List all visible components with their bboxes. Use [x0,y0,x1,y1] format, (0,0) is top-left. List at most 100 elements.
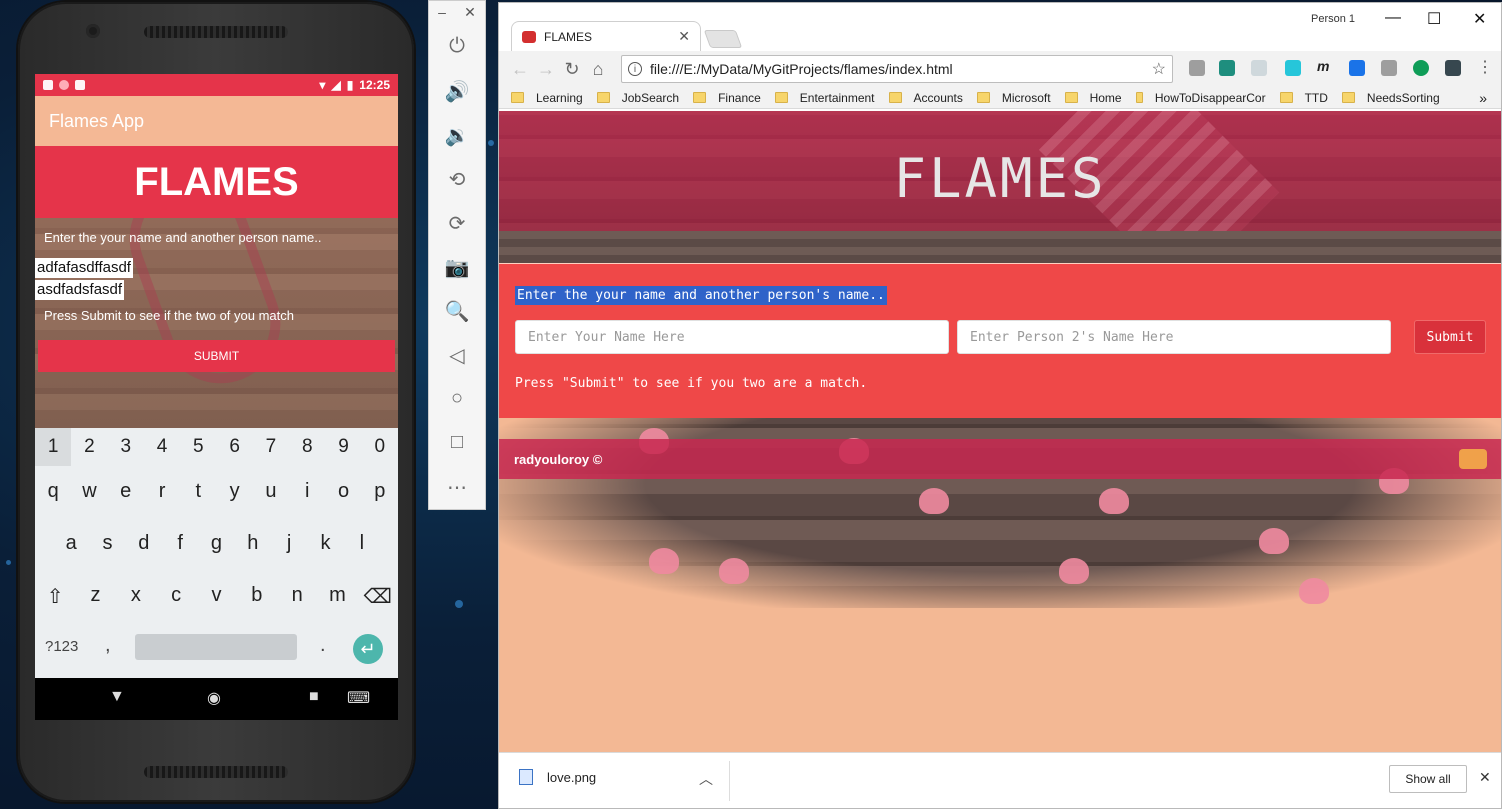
key[interactable]: e [108,480,144,503]
key[interactable]: 0 [362,428,398,466]
key[interactable]: r [144,480,180,503]
home-icon[interactable]: ⌂ [585,59,611,80]
download-item[interactable]: love.png [519,769,596,785]
key[interactable]: z [75,584,115,609]
key[interactable]: h [235,532,271,555]
search-extension-icon[interactable] [1251,60,1267,76]
key[interactable]: 9 [325,428,361,466]
key[interactable]: 3 [108,428,144,466]
keyboard-switch-icon[interactable]: ⌨ [347,688,370,708]
bookmark-folder[interactable]: NeedsSorting [1341,91,1440,105]
close-icon[interactable]: ✕ [464,4,476,21]
key[interactable]: j [271,532,307,555]
key[interactable]: s [89,532,125,555]
screenshot-camera-icon[interactable]: 📷 [429,255,485,280]
extension-icon[interactable] [1413,60,1429,76]
home-circle-icon[interactable]: ◉ [207,688,221,708]
window-maximize-icon[interactable]: ☐ [1427,9,1441,29]
rotate-left-icon[interactable]: ⟲ [429,167,485,192]
more-options-icon[interactable]: ⋯ [429,475,485,500]
key[interactable]: f [162,532,198,555]
extension-icon[interactable] [1285,60,1301,76]
bookmark-folder[interactable]: Finance [693,91,761,105]
app-submit-button[interactable]: SUBMIT [38,340,395,372]
bookmark-folder[interactable]: Accounts [888,91,963,105]
minimize-icon[interactable]: – [438,4,446,20]
back-triangle-icon[interactable]: ▼ [109,688,125,706]
bookmark-folder[interactable]: TTD [1279,91,1328,105]
bookmark-folder[interactable]: Learning [511,91,583,105]
menu-kebab-icon[interactable]: ⋮ [1477,57,1493,76]
person2-name-input[interactable]: Enter Person 2's Name Here [957,320,1391,354]
key[interactable]: c [156,584,196,609]
new-tab-button[interactable] [703,30,743,48]
key[interactable]: b [237,584,277,609]
key[interactable]: m [317,584,357,609]
key[interactable]: y [216,480,252,503]
bookmark-folder[interactable]: Home [1064,91,1122,105]
key[interactable]: 2 [71,428,107,466]
space-key[interactable] [135,634,297,660]
backspace-key-icon[interactable]: ⌫ [358,584,398,609]
key[interactable]: 1 [35,428,72,466]
home-icon[interactable]: ○ [429,387,485,410]
m-extension-icon[interactable]: m [1317,58,1333,74]
android-extension-icon[interactable] [1381,60,1397,76]
key[interactable]: 8 [289,428,325,466]
back-arrow-icon[interactable]: ← [507,59,533,80]
key[interactable]: i [289,480,325,503]
key[interactable]: o [325,480,361,503]
key[interactable]: 5 [180,428,216,466]
key[interactable]: t [180,480,216,503]
power-icon[interactable]: ⏻ [429,35,485,58]
extension-icon[interactable] [1219,60,1235,76]
name-input-2[interactable]: asdfadsfasdf [35,280,125,300]
extension-icon[interactable] [1189,60,1205,76]
window-close-icon[interactable]: ✕ [1473,9,1486,29]
bookmark-folder[interactable]: Microsoft [976,91,1051,105]
enter-key-icon[interactable]: ↵ [353,634,383,664]
shift-key-icon[interactable]: ⇧ [35,584,75,609]
window-minimize-icon[interactable]: — [1385,9,1401,27]
key[interactable]: d [126,532,162,555]
rotate-right-icon[interactable]: ⟳ [429,211,485,236]
forward-arrow-icon[interactable]: → [533,59,559,80]
bookmark-folder[interactable]: HowToDisappearCor [1135,91,1266,105]
profile-name[interactable]: Person 1 [1311,13,1355,25]
extension-icon[interactable] [1349,60,1365,76]
key[interactable]: q [35,480,71,503]
key[interactable]: p [362,480,398,503]
key[interactable]: 4 [144,428,180,466]
period-key[interactable]: . [320,634,326,657]
key[interactable]: a [53,532,89,555]
tab-close-icon[interactable]: ✕ [678,28,690,45]
key[interactable]: k [307,532,343,555]
key[interactable]: v [196,584,236,609]
comma-key[interactable]: , [105,634,111,657]
key[interactable]: w [71,480,107,503]
overview-icon[interactable]: □ [429,431,485,454]
name-input-1[interactable]: adfafasdffasdf [35,258,133,278]
zoom-icon[interactable]: 🔍 [429,299,485,324]
bookmark-folder[interactable]: Entertainment [774,91,875,105]
show-all-button[interactable]: Show all [1389,765,1467,793]
bookmarks-overflow-chevron-icon[interactable]: » [1479,90,1487,106]
tab-flames[interactable]: FLAMES ✕ [511,21,701,51]
key[interactable]: u [253,480,289,503]
submit-button[interactable]: Submit [1414,320,1486,354]
key[interactable]: l [344,532,380,555]
address-bar[interactable]: i file:///E:/MyData/MyGitProjects/flames… [621,55,1173,83]
volume-up-icon[interactable]: 🔊 [429,79,485,104]
key[interactable]: n [277,584,317,609]
recents-square-icon[interactable]: ■ [309,688,319,706]
volume-down-icon[interactable]: 🔉 [429,123,485,148]
bookmark-star-icon[interactable]: ☆ [1152,59,1166,79]
bookmark-folder[interactable]: JobSearch [596,91,679,105]
close-icon[interactable]: ✕ [1479,769,1491,786]
key[interactable]: g [198,532,234,555]
key[interactable]: x [116,584,156,609]
symbols-key[interactable]: ?123 [45,638,78,655]
reload-icon[interactable]: ↻ [559,59,585,80]
back-icon[interactable]: ◁ [429,343,485,368]
key[interactable]: 6 [216,428,252,466]
